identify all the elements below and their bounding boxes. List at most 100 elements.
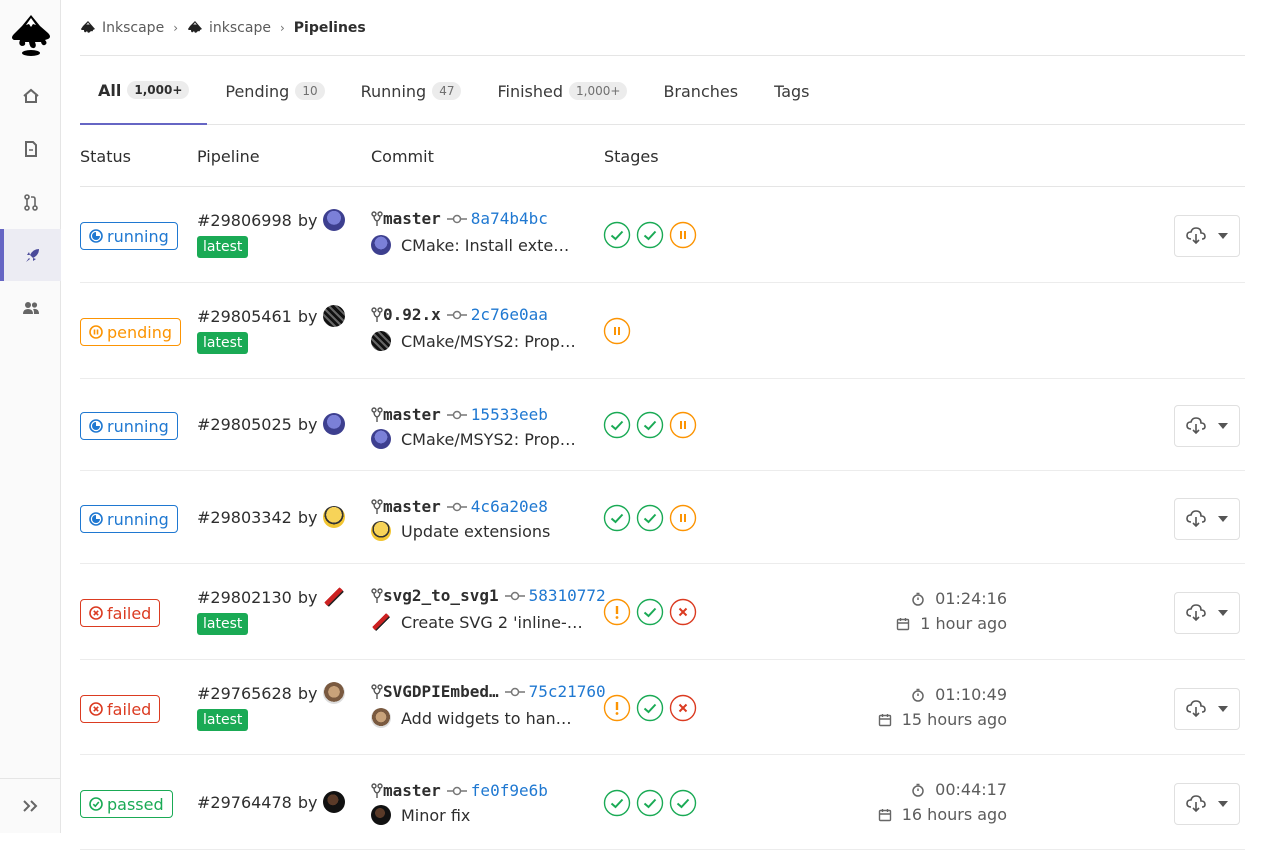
avatar[interactable] [371,429,391,449]
branch-icon [371,306,383,322]
stage-success-icon[interactable] [636,221,664,249]
pipeline-link[interactable]: #29802130 by [197,586,346,608]
stage-success-icon[interactable] [636,789,664,817]
pipeline-link[interactable]: #29805461 by [197,305,346,327]
status-badge[interactable]: pending [80,318,182,346]
stage-success-icon[interactable] [636,598,664,626]
status-badge[interactable]: running [80,222,178,250]
commit-title[interactable]: CMake/MSYS2: Prop… [401,430,576,449]
stage-warning-icon[interactable] [603,694,631,722]
commit-title[interactable]: Update extensions [401,522,550,541]
download-artifacts-button[interactable] [1174,592,1240,634]
avatar[interactable] [371,612,391,632]
inkscape-logo-icon[interactable] [8,12,54,58]
branch-name[interactable]: SVGDPIEmbed… [383,682,499,701]
breadcrumb-current[interactable]: Pipelines [294,20,366,36]
download-artifacts-button[interactable] [1174,498,1240,540]
commit-sha[interactable]: 75c21760 [529,682,606,701]
stage-failed-icon[interactable] [669,598,697,626]
tab-all[interactable]: All 1,000+ [80,57,208,125]
status-passed-icon [89,797,103,811]
branch-name[interactable]: master [383,209,441,228]
avatar[interactable] [371,235,391,255]
pipeline-link[interactable]: #29803342 by [197,506,346,528]
download-artifacts-button[interactable] [1174,783,1240,825]
branch-name[interactable]: 0.92.x [383,305,441,324]
sidebar [0,0,61,833]
avatar[interactable] [323,413,346,435]
pipeline-timing: 01:24:16 1 hour ago [896,586,1007,636]
pipeline-link[interactable]: #29806998 by [197,209,346,231]
tab-running[interactable]: Running 47 [343,57,480,125]
download-artifacts-button[interactable] [1174,215,1240,257]
commit-title[interactable]: Minor fix [401,806,470,825]
stage-success-icon[interactable] [603,504,631,532]
stage-pending-icon[interactable] [669,504,697,532]
tab-pending[interactable]: Pending 10 [207,57,342,125]
status-badge[interactable]: running [80,412,178,440]
stage-success-icon[interactable] [636,411,664,439]
stage-success-icon[interactable] [603,411,631,439]
status-badge[interactable]: passed [80,790,173,818]
avatar[interactable] [323,305,346,327]
avatar[interactable] [323,791,346,813]
stage-pending-icon[interactable] [669,411,697,439]
avatar[interactable] [323,682,346,704]
tab-finished[interactable]: Finished 1,000+ [479,57,645,125]
collapse-sidebar-button[interactable] [0,778,61,833]
tab-tags[interactable]: Tags [756,57,827,125]
pipeline-link[interactable]: #29765628 by [197,682,346,704]
commit-sha[interactable]: fe0f9e6b [471,781,548,800]
commit-sha[interactable]: 15533eeb [471,405,548,424]
sidebar-item-ci-cd[interactable] [0,229,61,281]
pipeline-by: by [297,306,318,326]
stage-failed-icon[interactable] [669,694,697,722]
cloud-download-icon [1186,227,1206,245]
commit-title[interactable]: CMake/MSYS2: Prop… [401,332,576,351]
stage-success-icon[interactable] [636,694,664,722]
stage-success-icon[interactable] [603,789,631,817]
status-failed-icon [89,606,103,620]
commit-title[interactable]: Add widgets to han… [401,709,572,728]
commit-message: Add widgets to han… [371,708,572,728]
download-artifacts-button[interactable] [1174,405,1240,447]
breadcrumb-group[interactable]: Inkscape [80,20,164,36]
branch-name[interactable]: svg2_to_svg1 [383,586,499,605]
pipeline-link[interactable]: #29805025 by [197,413,346,435]
sidebar-item-repository[interactable] [0,123,61,175]
sidebar-item-members[interactable] [0,282,61,334]
commit-sha[interactable]: 58310772 [529,586,606,605]
stage-success-icon[interactable] [603,221,631,249]
avatar[interactable] [371,331,391,351]
commit-title[interactable]: Create SVG 2 'inline-… [401,613,583,632]
stage-warning-icon[interactable] [603,598,631,626]
sidebar-item-home[interactable] [0,70,61,122]
download-artifacts-button[interactable] [1174,688,1240,730]
avatar[interactable] [323,506,346,528]
commit-sha[interactable]: 2c76e0aa [471,305,548,324]
status-badge[interactable]: running [80,505,178,533]
avatar[interactable] [371,805,391,825]
stage-success-icon[interactable] [636,504,664,532]
avatar[interactable] [323,209,346,231]
commit-icon [504,687,525,696]
status-running-icon [89,229,103,243]
status-badge[interactable]: failed [80,695,161,723]
avatar[interactable] [323,586,346,608]
stage-success-icon[interactable] [669,789,697,817]
avatar[interactable] [371,708,391,728]
avatar[interactable] [371,521,391,541]
branch-name[interactable]: master [383,405,441,424]
stage-pending-icon[interactable] [669,221,697,249]
breadcrumb-project[interactable]: inkscape [187,20,271,36]
pipeline-link[interactable]: #29764478 by [197,791,346,813]
stage-pending-icon[interactable] [603,317,631,345]
commit-sha[interactable]: 4c6a20e8 [471,497,548,516]
commit-sha[interactable]: 8a74b4bc [471,209,548,228]
sidebar-item-merge-requests[interactable] [0,176,61,228]
branch-name[interactable]: master [383,497,441,516]
status-badge[interactable]: failed [80,599,161,627]
branch-name[interactable]: master [383,781,441,800]
commit-title[interactable]: CMake: Install exte… [401,236,569,255]
tab-branches[interactable]: Branches [645,57,756,125]
